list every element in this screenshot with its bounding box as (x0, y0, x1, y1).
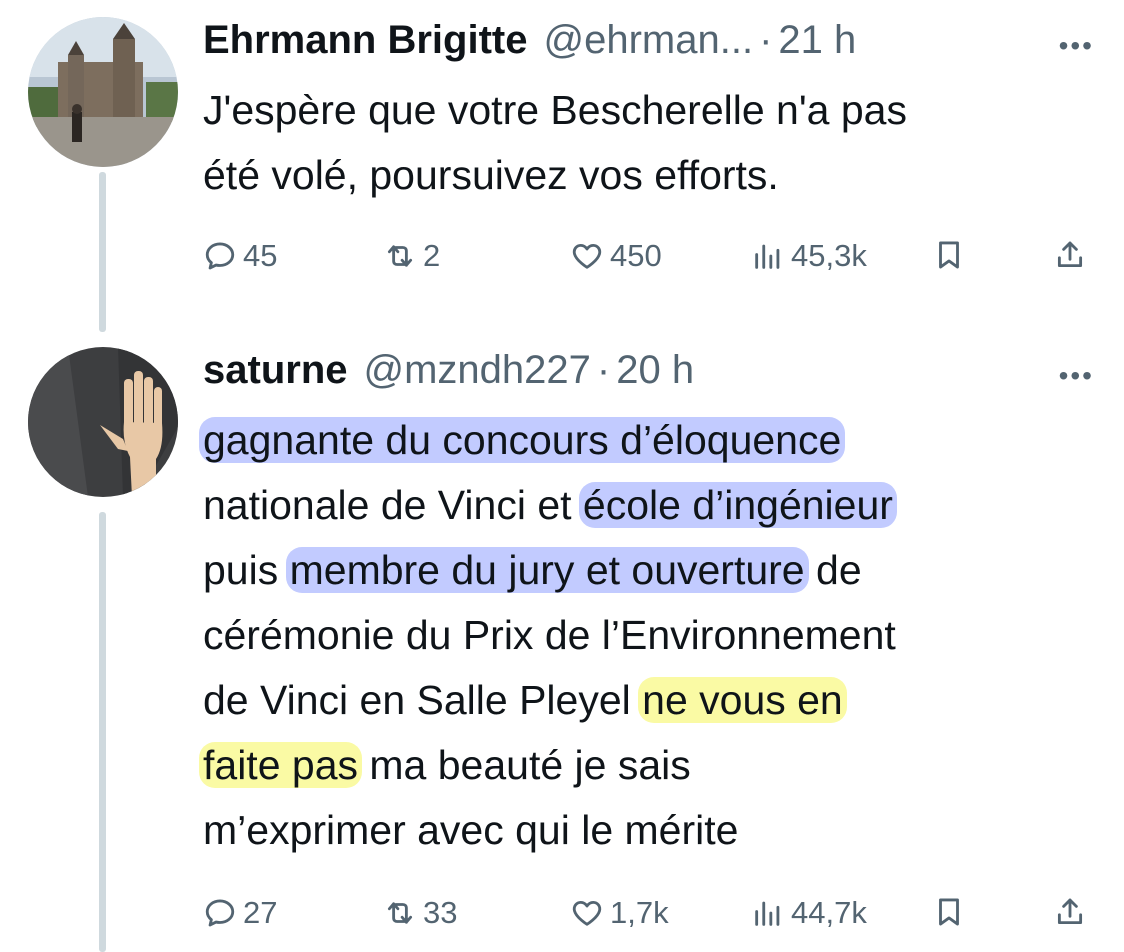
blue-highlight: gagnante du concours d’éloquence (199, 417, 846, 463)
avatar-hand-photo (28, 347, 178, 497)
views-icon (755, 901, 780, 926)
timestamp[interactable]: 20 h (616, 348, 694, 393)
text-segment: ma beauté je sais (358, 742, 691, 788)
more-options-icon[interactable]: ••• (1059, 360, 1094, 392)
reply-count: 45 (243, 238, 278, 273)
tweet-text-line: cérémonie du Prix de l’Environnement (203, 612, 896, 658)
reply-icon (205, 242, 235, 270)
bookmark-icon (939, 898, 959, 926)
yellow-highlight: ne vous en (638, 677, 847, 723)
bookmark-icon (939, 241, 959, 269)
author-name[interactable]: Ehrmann Brigitte (203, 18, 527, 63)
like-icon (572, 900, 602, 926)
views-count: 45,3k (791, 238, 867, 273)
thread-line (99, 512, 106, 952)
avatar-castle-photo (28, 17, 178, 167)
more-options-icon[interactable]: ••• (1059, 30, 1094, 62)
like-button[interactable]: 1,7k (570, 895, 669, 931)
text-segment: puis (203, 547, 290, 593)
text-segment: nationale de Vinci et (203, 482, 583, 528)
retweet-icon (387, 245, 413, 267)
tweet-text: gagnante du concours d’éloquence nationa… (199, 408, 1103, 863)
reply-button[interactable]: 45 (203, 238, 277, 274)
views-button[interactable]: 45,3k (751, 238, 867, 274)
retweet-icon (387, 902, 413, 924)
tweet-text: J'espère que votre Bescherelle n'a pas é… (203, 78, 1103, 208)
text-segment: de Vinci en Salle Pleyel (203, 677, 643, 723)
views-icon (755, 244, 780, 269)
share-icon (1057, 241, 1083, 268)
tweet-text-line: de Vinci en Salle Pleyel ne vous en (203, 668, 1103, 733)
bookmark-button[interactable] (932, 895, 972, 929)
retweet-count: 33 (423, 895, 458, 930)
like-icon (572, 243, 602, 269)
yellow-highlight: faite pas (199, 742, 362, 788)
retweet-count: 2 (423, 238, 441, 273)
thread-line (99, 172, 106, 332)
tweet-text-line: m’exprimer avec qui le mérite (203, 807, 739, 853)
tweet-text-line: J'espère que votre Bescherelle n'a pas (203, 87, 907, 133)
tweet-text-line: été volé, poursuivez vos efforts. (203, 152, 779, 198)
tweet-text-line: puis membre du jury et ouverture de (203, 538, 1103, 603)
action-bar: 27 33 1,7k 44,7k (203, 895, 1093, 935)
tweet-text-line: faite pas ma beauté je sais (199, 733, 1103, 798)
like-count: 1,7k (610, 895, 669, 930)
bookmark-button[interactable] (932, 238, 972, 272)
separator-dot: · (759, 18, 773, 62)
action-bar: 45 2 450 45,3k (203, 238, 1093, 278)
blue-highlight: école d’ingénieur (578, 482, 897, 528)
retweet-button[interactable]: 33 (383, 895, 457, 931)
tweet-text-line: gagnante du concours d’éloquence (199, 408, 1103, 473)
share-button[interactable] (1053, 238, 1093, 272)
tweet-header: Ehrmann Brigitte @ehrman... · 21 h (203, 18, 856, 68)
timestamp[interactable]: 21 h (778, 18, 856, 63)
like-button[interactable]: 450 (570, 238, 662, 274)
retweet-button[interactable]: 2 (383, 238, 440, 274)
views-count: 44,7k (791, 895, 867, 930)
tweet-1[interactable]: Ehrmann Brigitte @ehrman... · 21 h ••• J… (0, 0, 1124, 332)
reply-button[interactable]: 27 (203, 895, 277, 931)
text-segment: de (804, 547, 862, 593)
share-button[interactable] (1053, 895, 1093, 929)
separator-dot: · (596, 348, 611, 392)
share-icon (1057, 898, 1083, 925)
views-button[interactable]: 44,7k (751, 895, 867, 931)
tweet-text-line: nationale de Vinci et école d’ingénieur (203, 473, 1103, 538)
blue-highlight: membre du jury et ouverture (285, 547, 809, 593)
tweet-header: saturne @mzndh227 · 20 h (203, 348, 694, 398)
tweet-2[interactable]: saturne @mzndh227 · 20 h ••• gagnante du… (0, 330, 1124, 952)
reply-icon (205, 899, 235, 927)
avatar[interactable] (28, 347, 178, 497)
author-handle[interactable]: @mzndh227 (364, 348, 591, 393)
avatar[interactable] (28, 17, 178, 167)
author-name[interactable]: saturne (203, 348, 348, 393)
like-count: 450 (610, 238, 662, 273)
reply-count: 27 (243, 895, 278, 930)
author-handle[interactable]: @ehrman... (543, 18, 753, 63)
